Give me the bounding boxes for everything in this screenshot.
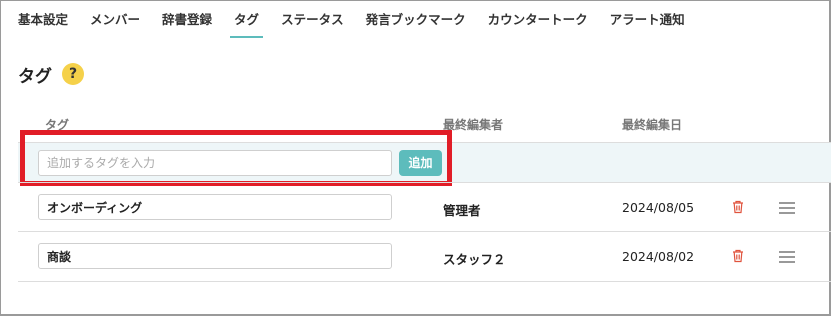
tab-bookmarks[interactable]: 発言ブックマーク xyxy=(366,0,466,40)
tab-dictionary[interactable]: 辞書登録 xyxy=(162,0,212,40)
tab-alerts[interactable]: アラート通知 xyxy=(610,0,685,40)
delete-icon[interactable] xyxy=(731,249,745,263)
page-title: タグ xyxy=(18,67,52,87)
date-cell: 2024/08/05 xyxy=(622,200,695,215)
drag-handle-icon[interactable] xyxy=(779,251,795,263)
column-header-editor: 最終編集者 xyxy=(443,118,504,132)
help-icon[interactable]: ? xyxy=(62,63,84,85)
divider xyxy=(18,182,831,183)
tab-counter-talk[interactable]: カウンタートーク xyxy=(488,0,588,40)
tab-members[interactable]: メンバー xyxy=(90,0,140,40)
date-cell: 2024/08/02 xyxy=(622,249,695,264)
highlight-box xyxy=(20,130,452,186)
divider xyxy=(18,231,831,232)
editor-cell: スタッフ２ xyxy=(443,252,506,267)
delete-icon[interactable] xyxy=(731,200,745,214)
tab-status[interactable]: ステータス xyxy=(281,0,344,40)
divider xyxy=(18,281,831,282)
editor-cell: 管理者 xyxy=(443,203,481,218)
column-header-date: 最終編集日 xyxy=(622,118,683,132)
tag-name-input[interactable] xyxy=(38,243,392,269)
tag-name-input[interactable] xyxy=(38,194,392,220)
tab-basic-settings[interactable]: 基本設定 xyxy=(18,0,68,40)
tab-tags[interactable]: タグ xyxy=(230,0,264,40)
drag-handle-icon[interactable] xyxy=(779,202,795,214)
tab-bar: 基本設定 メンバー 辞書登録 タグ ステータス 発言ブックマーク カウンタートー… xyxy=(18,0,707,40)
